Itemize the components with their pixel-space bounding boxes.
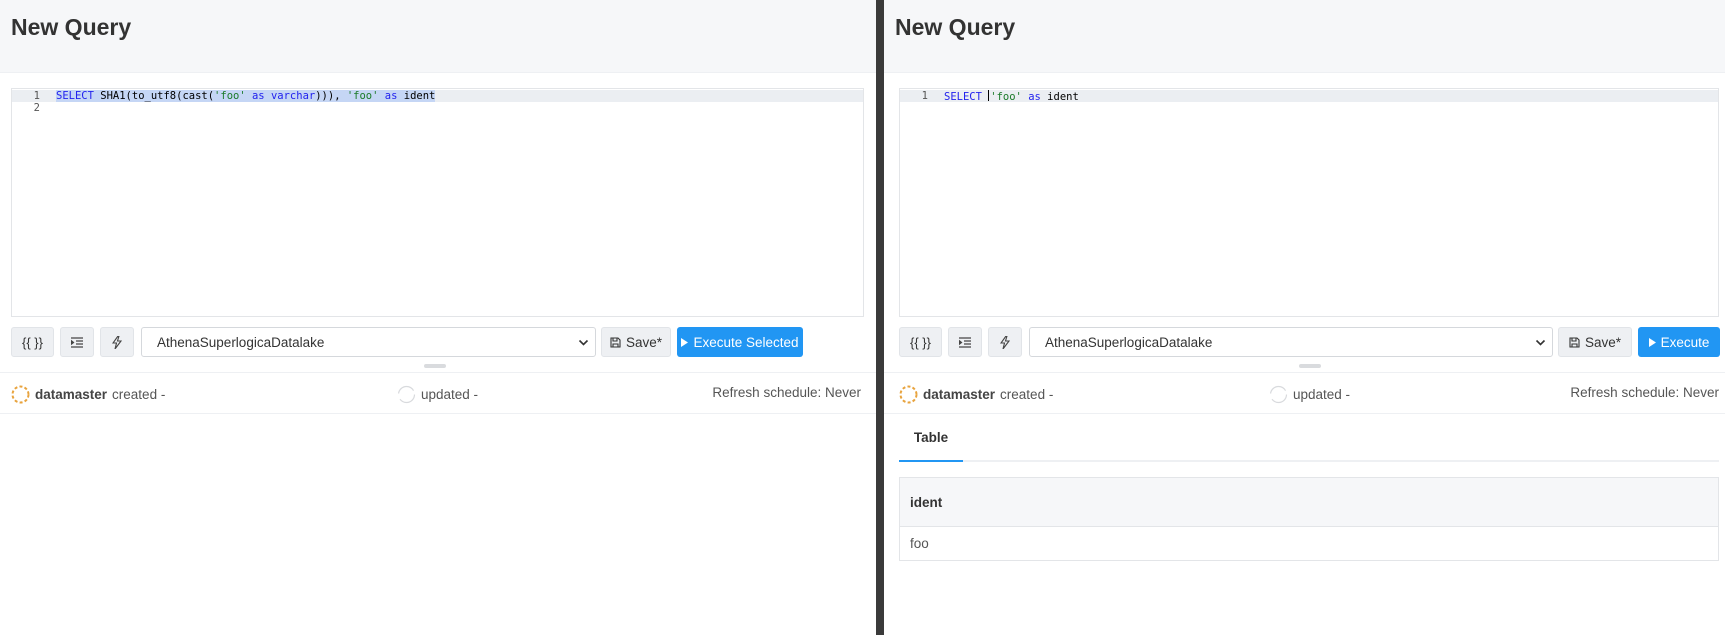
- updated-info: updated -: [1269, 385, 1350, 404]
- tab-table[interactable]: Table: [899, 414, 963, 462]
- indent-icon: [71, 336, 83, 348]
- created-by-user: datamaster: [923, 387, 996, 402]
- code-token: ident: [397, 90, 436, 102]
- save-icon: [610, 336, 621, 348]
- play-icon: [681, 337, 689, 347]
- page-title: New Query: [11, 14, 132, 40]
- resize-handle[interactable]: [1299, 364, 1321, 368]
- save-button[interactable]: Save*: [601, 327, 671, 357]
- save-button[interactable]: Save*: [1558, 327, 1632, 357]
- updated-label: updated -: [421, 387, 479, 402]
- params-label: {{ }}: [910, 334, 931, 350]
- updated-info: updated -: [397, 385, 478, 404]
- query-editor[interactable]: 1 SELECT 'foo' as ident: [899, 88, 1719, 317]
- code-token: ))),: [315, 90, 347, 102]
- data-source-select[interactable]: AthenaSuperlogicaDatalake: [141, 327, 596, 357]
- code-token: SHA1(to_utf8(cast(: [93, 90, 215, 102]
- results-table: ident foo: [899, 477, 1719, 561]
- string-token: 'foo': [990, 91, 1022, 103]
- avatar-placeholder-icon: [397, 385, 416, 404]
- keyword-token: as: [251, 90, 265, 102]
- query-toolbar: {{ }} AthenaSuperlogicaDatalake Save* Ex…: [899, 327, 1720, 357]
- lightning-icon: [112, 335, 122, 349]
- query-editor[interactable]: 1 SELECT SHA1(to_utf8(cast('foo' as varc…: [11, 88, 864, 317]
- data-source-value: AthenaSuperlogicaDatalake: [1045, 334, 1213, 350]
- code-line[interactable]: SELECT 'foo' as ident: [944, 90, 1079, 103]
- avatar-placeholder-icon: [1269, 385, 1288, 404]
- avatar-icon: [899, 385, 918, 404]
- indent-icon: [959, 336, 971, 348]
- query-metadata-bar: datamaster created - updated - Refresh s…: [884, 372, 1725, 414]
- format-query-button[interactable]: [948, 327, 982, 357]
- chevron-down-icon: [578, 339, 589, 346]
- keyword-token: as: [384, 90, 398, 102]
- save-label: Save*: [625, 334, 663, 350]
- params-label: {{ }}: [22, 334, 43, 350]
- left-query-pane: New Query 1 SELECT SHA1(to_utf8(cast('fo…: [0, 0, 876, 635]
- created-info: datamaster created -: [899, 385, 1053, 404]
- table-header-cell[interactable]: ident: [900, 478, 1718, 527]
- code-line-selected[interactable]: SELECT SHA1(to_utf8(cast('foo' as varcha…: [56, 90, 436, 102]
- page-header: New Query: [0, 0, 876, 73]
- line-number: 2: [33, 102, 40, 114]
- play-icon: [1648, 337, 1656, 347]
- string-token: 'foo': [214, 90, 246, 102]
- execute-button[interactable]: Execute: [1638, 327, 1720, 357]
- updated-label: updated -: [1293, 387, 1351, 402]
- screen-divider: [876, 0, 884, 635]
- code-token: ident: [1040, 91, 1079, 103]
- lightning-icon: [1000, 335, 1010, 349]
- results-tabs: Table: [899, 414, 1719, 462]
- execute-label: Execute Selected: [693, 334, 799, 350]
- created-label: created -: [112, 387, 166, 402]
- split-screen: New Query 1 SELECT SHA1(to_utf8(cast('fo…: [0, 0, 1725, 635]
- keyword-token: SELECT: [944, 91, 982, 103]
- refresh-schedule[interactable]: Refresh schedule: Never: [1570, 385, 1719, 400]
- refresh-schedule[interactable]: Refresh schedule: Never: [712, 385, 861, 400]
- save-icon: [1569, 336, 1580, 348]
- data-source-value: AthenaSuperlogicaDatalake: [157, 334, 325, 350]
- editor-line[interactable]: 1 SELECT SHA1(to_utf8(cast('foo' as varc…: [12, 90, 863, 102]
- chevron-down-icon: [1535, 339, 1546, 346]
- created-label: created -: [1000, 387, 1054, 402]
- string-token: 'foo': [346, 90, 379, 102]
- page-header: New Query: [884, 0, 1725, 73]
- format-query-button[interactable]: [60, 327, 94, 357]
- editor-line[interactable]: 2: [12, 102, 863, 114]
- keyword-token: SELECT: [56, 90, 94, 102]
- line-number: 1: [921, 90, 928, 102]
- created-info: datamaster created -: [11, 385, 165, 404]
- add-parameter-button[interactable]: {{ }}: [11, 327, 54, 357]
- right-query-pane: New Query 1 SELECT 'foo' as ident {{ }} …: [884, 0, 1725, 635]
- add-parameter-button[interactable]: {{ }}: [899, 327, 942, 357]
- editor-line[interactable]: 1 SELECT 'foo' as ident: [900, 90, 1718, 103]
- table-cell: foo: [910, 536, 929, 551]
- page-title: New Query: [895, 14, 1016, 40]
- created-by-user: datamaster: [35, 387, 108, 402]
- autocomplete-toggle-button[interactable]: [100, 327, 134, 357]
- query-toolbar: {{ }} AthenaSuperlogicaDatalake Save* Ex…: [11, 327, 864, 357]
- save-label: Save*: [1584, 334, 1622, 350]
- execute-label: Execute: [1660, 334, 1710, 350]
- line-number: 1: [33, 90, 40, 102]
- keyword-token: as: [1028, 91, 1041, 103]
- data-source-select[interactable]: AthenaSuperlogicaDatalake: [1029, 327, 1553, 357]
- avatar-icon: [11, 385, 30, 404]
- query-metadata-bar: datamaster created - updated - Refresh s…: [0, 372, 876, 414]
- keyword-token: varchar: [270, 90, 316, 102]
- execute-selected-button[interactable]: Execute Selected: [677, 327, 803, 357]
- resize-handle[interactable]: [424, 364, 446, 368]
- autocomplete-toggle-button[interactable]: [988, 327, 1022, 357]
